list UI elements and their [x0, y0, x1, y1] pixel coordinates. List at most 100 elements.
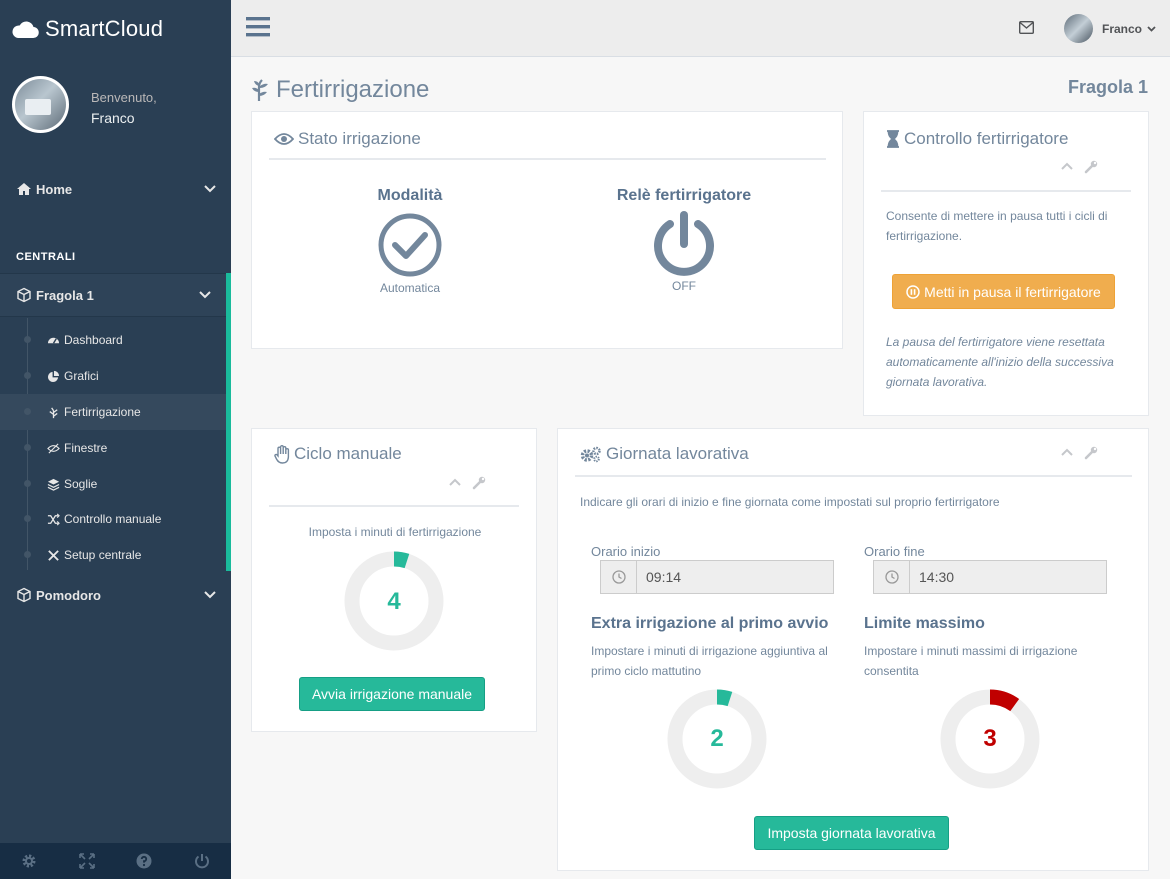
nav-pomodoro-label: Pomodoro: [36, 587, 101, 603]
clock-icon: [611, 570, 626, 584]
leaf-icon: [49, 406, 58, 418]
station-name: Fragola 1: [1067, 77, 1148, 97]
panel-divider: [269, 158, 826, 160]
collapse-icon[interactable]: [448, 476, 462, 488]
home-icon: [17, 183, 31, 195]
mode-label: Modalità: [377, 187, 443, 204]
wrench-icon[interactable]: [1084, 160, 1098, 174]
sidebar-footer: [0, 843, 231, 879]
chevron-down-icon: [204, 185, 216, 193]
chevron-down-icon[interactable]: [1147, 24, 1156, 33]
panel-title: Ciclo manuale: [274, 444, 402, 464]
end-time-value: 14:30: [919, 569, 955, 585]
start-time-value: 09:14: [646, 569, 682, 585]
panel-title: Controllo fertirrigatore: [886, 129, 1068, 149]
brand-name: SmartCloud: [45, 15, 164, 41]
profile-name: Franco: [91, 110, 135, 126]
brand[interactable]: SmartCloud: [0, 0, 231, 57]
sidebar-item-grafici[interactable]: Grafici: [0, 358, 226, 394]
panel-title: Giornata lavorativa: [580, 444, 749, 464]
settings-button[interactable]: [0, 843, 58, 879]
panel-ciclo-manuale: Ciclo manuale Imposta i minuti di fertir…: [251, 428, 537, 732]
panel-tools: [1060, 160, 1098, 174]
profile-avatar: [12, 76, 69, 133]
dashboard-icon: [47, 337, 60, 344]
sidebar-item-setup-centrale[interactable]: Setup centrale: [0, 537, 226, 573]
hourglass-icon: [887, 130, 899, 148]
sidebar-item-controllo-manuale[interactable]: Controllo manuale: [0, 501, 226, 537]
set-workday-button[interactable]: Imposta giornata lavorativa: [754, 816, 949, 850]
controllo-desc: Consente di mettere in pausa tutti i cic…: [886, 209, 1108, 243]
sidebar-item-soglie[interactable]: Soglie: [0, 466, 226, 502]
panel-divider: [575, 475, 1132, 477]
pie-chart-icon: [47, 370, 60, 382]
limit-desc: Impostare i minuti massimi di irrigazion…: [864, 644, 1078, 678]
help-icon: [136, 853, 152, 869]
relay-value: OFF: [672, 279, 696, 293]
end-time-input[interactable]: 14:30: [873, 560, 1107, 594]
panel-controllo-fertirrigatore: Controllo fertirrigatore Consente di met…: [863, 111, 1149, 416]
start-manual-button[interactable]: Avvia irrigazione manuale: [299, 677, 485, 711]
sidebar-item-dashboard[interactable]: Dashboard: [0, 322, 226, 358]
nav-pomodoro[interactable]: Pomodoro: [0, 585, 231, 605]
controllo-note: La pausa del fertirrigatore viene resett…: [886, 335, 1114, 389]
collapse-icon[interactable]: [1060, 446, 1074, 458]
hand-icon: [274, 444, 290, 464]
panel-giornata-lavorativa: Giornata lavorativa Indicare gli orari d…: [557, 428, 1149, 871]
panel-tools: [448, 476, 486, 490]
sidebar-item-finestre[interactable]: Finestre: [0, 430, 226, 466]
logout-button[interactable]: [173, 843, 231, 879]
pause-button[interactable]: Metti in pausa il fertirrigatore: [892, 274, 1115, 309]
extra-knob-value: 2: [710, 725, 724, 752]
help-button[interactable]: [116, 843, 174, 879]
panel-stato-irrigazione: Stato irrigazione Modalità Automatica Re…: [251, 111, 843, 349]
end-time-label: Orario fine: [864, 544, 925, 559]
fullscreen-icon: [78, 853, 95, 869]
nav-home[interactable]: Home: [0, 179, 231, 199]
page-title-text: Fertirrigazione: [276, 76, 430, 103]
eye-slash-icon: [47, 442, 60, 454]
wrench-icon[interactable]: [472, 476, 486, 490]
nav-home-label: Home: [36, 181, 73, 197]
section-centrali: CENTRALI: [16, 251, 76, 263]
relay-block: Relè fertirrigatore OFF: [609, 187, 759, 293]
envelope-icon[interactable]: [1019, 21, 1034, 34]
mode-block: Modalità Automatica: [350, 187, 470, 295]
start-time-input[interactable]: 09:14: [600, 560, 834, 594]
user-menu-name[interactable]: Franco: [1102, 22, 1142, 36]
check-circle-icon: [378, 213, 442, 277]
user-avatar[interactable]: [1064, 14, 1093, 43]
nav-fragola[interactable]: Fragola 1: [0, 285, 231, 305]
shuffle-icon: [47, 513, 60, 525]
top-navbar: Franco: [231, 0, 1170, 57]
menu-toggle-icon[interactable]: [246, 16, 270, 38]
chevron-down-icon: [204, 591, 216, 599]
clock-icon: [884, 570, 899, 584]
ciclo-desc: Imposta i minuti di fertirrigazione: [308, 525, 482, 539]
extra-title: Extra irrigazione al primo avvio: [591, 615, 829, 632]
profile: [0, 57, 231, 157]
wrench-icon[interactable]: [1084, 446, 1098, 460]
collapse-icon[interactable]: [1060, 160, 1074, 172]
sidebar: SmartCloud Benvenuto, Franco Home CENTRA…: [0, 0, 231, 879]
sidebar-item-fertirrigazione[interactable]: Fertirrigazione: [0, 394, 226, 430]
panel-divider: [269, 505, 519, 507]
mode-value: Automatica: [379, 281, 441, 295]
limit-title: Limite massimo: [864, 615, 985, 632]
panel-tools: [1060, 446, 1098, 460]
cube-icon: [17, 287, 31, 303]
eye-icon: [274, 133, 294, 145]
leaf-icon: [252, 79, 268, 101]
power-icon: [654, 211, 714, 276]
fullscreen-button[interactable]: [58, 843, 116, 879]
pause-circle-icon: [906, 284, 920, 299]
giornata-desc: Indicare gli orari di inizio e fine gior…: [580, 495, 1000, 509]
start-time-label: Orario inizio: [591, 544, 661, 559]
power-icon: [195, 854, 210, 869]
panel-divider: [881, 190, 1131, 192]
cube-icon: [17, 587, 31, 603]
cloud-icon: [12, 20, 39, 38]
chevron-down-icon: [199, 291, 211, 299]
welcome-text: Benvenuto,: [91, 90, 157, 105]
ciclo-knob-value: 4: [387, 588, 401, 615]
